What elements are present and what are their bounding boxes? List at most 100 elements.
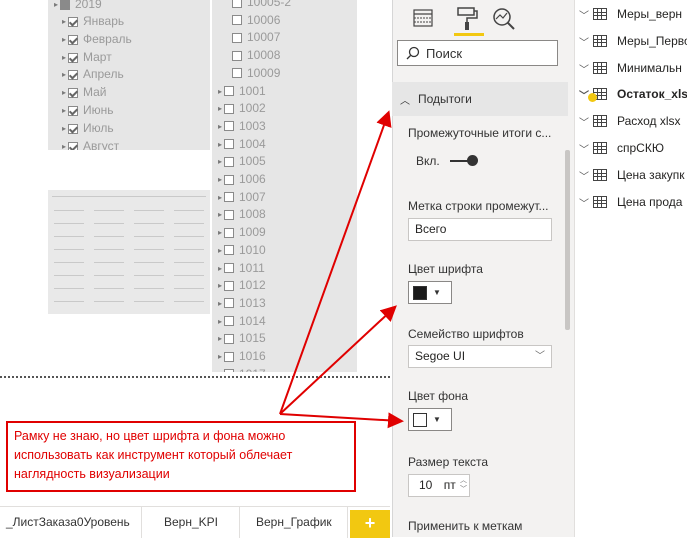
slicer-code-row[interactable]: ▸ 1001: [216, 83, 266, 100]
slicer-code-row[interactable]: ▸ 1014: [216, 313, 266, 330]
checkbox-icon[interactable]: [68, 52, 78, 63]
expand-icon[interactable]: ▸: [52, 0, 60, 13]
checkbox-icon[interactable]: [224, 192, 234, 203]
expand-icon[interactable]: ▸: [216, 136, 224, 153]
slicer-month-row[interactable]: ▸ Март: [60, 49, 112, 66]
slicer-code-row[interactable]: ▸ 1003: [216, 118, 266, 135]
format-paint-roller-icon[interactable]: [455, 4, 481, 32]
expand-icon[interactable]: ▸: [60, 66, 68, 83]
text-size-stepper[interactable]: 10 пт ︿ ﹀: [408, 474, 470, 497]
expand-icon[interactable]: ▸: [216, 224, 224, 241]
field-table-item[interactable]: ﹀ Минимальн: [575, 58, 682, 78]
expand-icon[interactable]: ▸: [60, 13, 68, 30]
checkbox-icon[interactable]: [232, 0, 242, 8]
checkbox-icon[interactable]: [224, 121, 234, 132]
slicer-code-row[interactable]: 10006: [232, 12, 280, 29]
analytics-magnifier-icon[interactable]: [491, 4, 517, 32]
expand-icon[interactable]: ▸: [60, 84, 68, 101]
checkbox-icon[interactable]: [68, 69, 78, 80]
slicer-month-row[interactable]: ▸ Январь: [60, 13, 124, 30]
table-visual[interactable]: [48, 190, 210, 314]
checkbox-icon[interactable]: [224, 86, 234, 96]
font-family-select[interactable]: Segoe UI ﹀: [408, 345, 552, 368]
checkbox-icon[interactable]: [60, 0, 70, 10]
expand-icon[interactable]: ▸: [216, 348, 224, 365]
expand-icon[interactable]: ▸: [216, 277, 224, 294]
add-page-button[interactable]: +: [350, 510, 390, 538]
checkbox-icon[interactable]: [224, 333, 234, 344]
subtotals-toggle[interactable]: Вкл.: [416, 154, 478, 168]
checkbox-icon[interactable]: [232, 32, 242, 43]
expand-icon[interactable]: ▸: [60, 138, 68, 150]
checkbox-icon[interactable]: [224, 316, 234, 327]
expand-icon[interactable]: ▸: [60, 49, 68, 66]
checkbox-icon[interactable]: [232, 68, 242, 79]
expand-icon[interactable]: ▸: [216, 242, 224, 259]
fields-icon[interactable]: [410, 4, 436, 32]
checkbox-icon[interactable]: [224, 139, 234, 150]
slicer-code-row[interactable]: ▸ 1005: [216, 153, 266, 170]
slicer-code-row[interactable]: ▸ 1008: [216, 206, 266, 223]
checkbox-icon[interactable]: [224, 227, 234, 238]
expand-icon[interactable]: ▸: [216, 100, 224, 117]
field-table-item[interactable]: ﹀ Остаток_xlsx: [575, 84, 687, 104]
slicer-code-row[interactable]: ▸ 1006: [216, 171, 266, 188]
checkbox-icon[interactable]: [224, 369, 234, 372]
checkbox-icon[interactable]: [68, 123, 78, 134]
slicer-code-row[interactable]: ▸ 1009: [216, 224, 266, 241]
expand-icon[interactable]: ▸: [60, 120, 68, 137]
checkbox-icon[interactable]: [224, 298, 234, 309]
field-table-item[interactable]: ﹀ Меры_Перво: [575, 31, 687, 51]
field-table-item[interactable]: ﹀ Меры_верн: [575, 4, 682, 24]
checkbox-icon[interactable]: [68, 34, 78, 45]
slicer-code-row[interactable]: ▸ 1013: [216, 295, 266, 312]
field-table-item[interactable]: ﹀ спрСКЮ: [575, 138, 664, 158]
expand-icon[interactable]: ▸: [60, 102, 68, 119]
checkbox-icon[interactable]: [224, 156, 234, 167]
toggle-switch[interactable]: [449, 155, 478, 167]
slicer-code-row[interactable]: ▸ 1002: [216, 100, 266, 117]
checkbox-icon[interactable]: [224, 263, 234, 273]
expand-icon[interactable]: ▸: [216, 330, 224, 347]
checkbox-icon[interactable]: [68, 141, 78, 150]
row-label-input[interactable]: Всего: [408, 218, 552, 241]
subtotals-section-header[interactable]: ︿ Подытоги: [392, 82, 568, 116]
slicer-code-row[interactable]: 10008: [232, 47, 280, 64]
slicer-code-row[interactable]: 10005-2: [232, 0, 291, 11]
checkbox-icon[interactable]: [232, 15, 242, 26]
page-tab[interactable]: Верн_График: [240, 507, 348, 538]
slicer-year-row[interactable]: ▸ 2019: [52, 0, 102, 13]
checkbox-icon[interactable]: [224, 245, 234, 256]
slicer-code-row[interactable]: ▸ 1011: [216, 260, 265, 277]
slicer-month-row[interactable]: ▸ Май: [60, 84, 107, 101]
slicer-code-row[interactable]: ▸ 1007: [216, 189, 266, 206]
page-tab[interactable]: _ЛистЗаказа0Уровень: [0, 507, 142, 538]
format-pane-scrollbar[interactable]: [565, 150, 570, 330]
expand-icon[interactable]: ▸: [216, 206, 224, 223]
expand-icon[interactable]: ▸: [216, 171, 224, 188]
stepper-arrows-icon[interactable]: ︿ ﹀: [460, 476, 467, 494]
expand-icon[interactable]: ▸: [216, 366, 224, 372]
field-table-item[interactable]: ﹀ Цена закупк: [575, 165, 685, 185]
expand-icon[interactable]: ▸: [216, 313, 224, 330]
checkbox-icon[interactable]: [224, 209, 234, 220]
expand-icon[interactable]: ▸: [216, 295, 224, 312]
field-table-item[interactable]: ﹀ Расход xlsx: [575, 111, 681, 131]
expand-icon[interactable]: ▸: [216, 83, 224, 100]
checkbox-icon[interactable]: [68, 16, 78, 27]
bg-color-picker[interactable]: ▼: [408, 408, 452, 431]
expand-icon[interactable]: ▸: [216, 189, 224, 206]
expand-icon[interactable]: ▸: [216, 118, 224, 135]
slicer-code-row[interactable]: 10007: [232, 29, 280, 46]
font-color-picker[interactable]: ▼: [408, 281, 452, 304]
slicer-code-row[interactable]: ▸ 1015: [216, 330, 266, 347]
slicer-code-row[interactable]: 10009: [232, 65, 280, 82]
field-table-item[interactable]: ﹀ Цена прода: [575, 192, 682, 212]
slicer-code-row[interactable]: ▸ 1012: [216, 277, 266, 294]
page-tab[interactable]: Верн_KPI: [142, 507, 240, 538]
checkbox-icon[interactable]: [224, 351, 234, 362]
checkbox-icon[interactable]: [68, 105, 78, 116]
slicer-code-row[interactable]: ▸ 1004: [216, 136, 266, 153]
slicer-month-row[interactable]: ▸ Август: [60, 138, 119, 150]
checkbox-icon[interactable]: [68, 87, 78, 98]
